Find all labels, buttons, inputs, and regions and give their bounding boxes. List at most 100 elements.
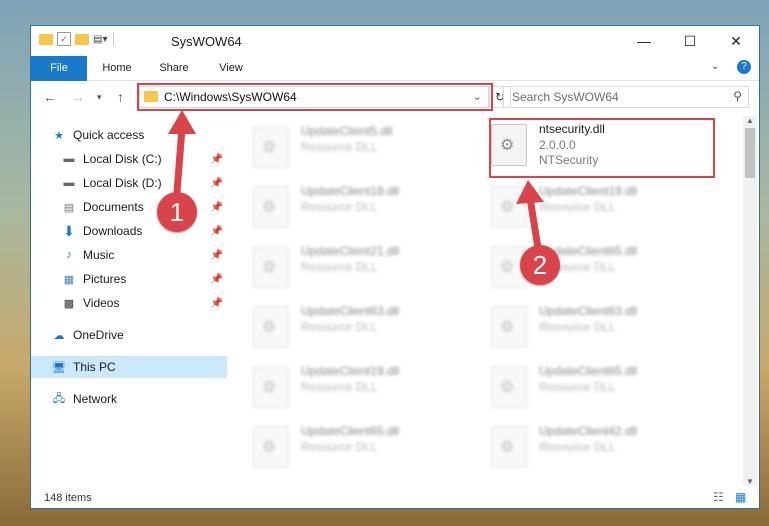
maximize-button[interactable]: ☐: [667, 26, 713, 56]
nav-local-disk-d[interactable]: ▬ Local Disk (D:) 📌: [61, 172, 227, 194]
file-description: Resource DLL: [301, 140, 378, 154]
item-count: 148 items: [44, 492, 92, 504]
nav-documents[interactable]: ▤ Documents 📌: [61, 196, 227, 218]
dll-file-icon: [491, 366, 527, 408]
file-item[interactable]: UpdateClient65.dll Resource DLL: [491, 362, 721, 412]
pictures-icon: ▦: [63, 273, 75, 286]
dll-file-icon: [253, 246, 289, 288]
file-description: Resource DLL: [539, 440, 616, 454]
step-badge-2: 2: [520, 245, 560, 285]
dll-file-icon: [253, 426, 289, 468]
file-description: Resource DLL: [539, 380, 616, 394]
file-item[interactable]: UpdateClient21.dll Resource DLL: [253, 242, 483, 292]
file-item[interactable]: UpdateClient19.dll Resource DLL: [253, 182, 483, 232]
nav-videos[interactable]: ▩ Videos 📌: [61, 292, 227, 314]
nav-local-disk-c[interactable]: ▬ Local Disk (C:) 📌: [61, 148, 227, 170]
navigation-pane: ★ Quick access ▬ Local Disk (C:) 📌 ▬ Loc…: [31, 116, 227, 486]
window-title: SysWOW64: [171, 34, 242, 49]
back-arrow-icon: ←: [43, 89, 57, 105]
nav-item-label: Documents: [83, 200, 144, 214]
nav-item-label: Videos: [83, 296, 120, 310]
search-input[interactable]: Search SysWOW64: [512, 90, 619, 104]
network-icon: 🖧: [52, 392, 66, 405]
navigation-bar: ← → ▾ ↑ C:\Windows\SysWOW64 ⌄ ↻ Search S…: [31, 81, 759, 113]
large-icons-view-icon[interactable]: ▦: [735, 490, 746, 504]
help-icon[interactable]: ?: [737, 60, 751, 74]
recent-locations-button[interactable]: ▾: [97, 92, 102, 103]
ribbon-tabs: File Home Share View ⌄ ?: [31, 56, 759, 106]
address-highlight-box: [137, 83, 493, 111]
file-name: UpdateClient5.dll: [301, 124, 393, 138]
file-item[interactable]: UpdateClient42.dll Resource DLL: [491, 422, 721, 472]
minimize-button[interactable]: —: [621, 26, 667, 56]
file-item[interactable]: UpdateClient5.dll Resource DLL: [253, 122, 483, 172]
tab-share[interactable]: Share: [151, 56, 197, 80]
file-highlight-box: [489, 118, 715, 178]
pin-icon: 📌: [210, 273, 223, 285]
dll-file-icon: [491, 306, 527, 348]
nav-item-label: Local Disk (C:): [83, 152, 162, 166]
file-item[interactable]: UpdateClient65.dll Resource DLL: [253, 422, 483, 472]
chevron-down-icon: ▾: [97, 92, 102, 102]
forward-button[interactable]: →: [71, 89, 85, 105]
nav-pictures[interactable]: ▦ Pictures 📌: [61, 268, 227, 290]
dll-file-icon: [491, 426, 527, 468]
file-name: UpdateClient63.dll: [539, 304, 638, 318]
scroll-up-icon[interactable]: ▲: [746, 116, 754, 125]
nav-item-label: Music: [83, 248, 115, 262]
forward-arrow-icon: →: [71, 89, 85, 105]
file-name: UpdateClient19.dll: [301, 364, 400, 378]
file-item[interactable]: UpdateClient63.dll Resource DLL: [491, 302, 721, 352]
nav-item-label: Downloads: [83, 224, 143, 238]
tab-home[interactable]: Home: [95, 56, 139, 80]
nav-this-pc[interactable]: 🖥 This PC: [31, 356, 227, 378]
back-button[interactable]: ←: [43, 89, 57, 105]
close-button[interactable]: ✕: [713, 26, 759, 56]
nav-item-label: OneDrive: [73, 328, 124, 342]
vertical-scrollbar[interactable]: ▲ ▼: [743, 116, 757, 486]
dll-file-icon: [253, 126, 289, 168]
file-description: Resource DLL: [301, 380, 378, 394]
pin-icon: 📌: [210, 177, 223, 189]
file-description: Resource DLL: [301, 320, 378, 334]
file-item[interactable]: UpdateClient19.dll Resource DLL: [491, 182, 721, 232]
nav-network[interactable]: 🖧 Network: [51, 388, 227, 410]
file-description: Resource DLL: [301, 260, 378, 274]
explorer-window: ✓ ▤▾ SysWOW64 — ☐ ✕ File Home Share View…: [30, 25, 760, 509]
computer-icon: 🖥: [52, 361, 66, 374]
folder-icon: [39, 33, 53, 45]
scrollbar-thumb[interactable]: [745, 128, 755, 178]
document-icon: ▤: [63, 201, 75, 214]
nav-downloads[interactable]: ⬇ Downloads 📌: [61, 220, 227, 242]
pin-icon: 📌: [210, 249, 223, 261]
scroll-down-icon[interactable]: ▼: [746, 477, 754, 486]
details-view-icon[interactable]: ☷: [713, 490, 724, 504]
dll-file-icon: [491, 186, 527, 228]
properties-icon[interactable]: ✓: [57, 32, 71, 46]
file-item[interactable]: UpdateClient63.dll Resource DLL: [253, 302, 483, 352]
tab-view[interactable]: View: [209, 56, 253, 80]
nav-item-label: Pictures: [83, 272, 127, 286]
dll-file-icon: [253, 306, 289, 348]
file-name: UpdateClient21.dll: [301, 244, 400, 258]
customize-toolbar-icon[interactable]: ▤▾: [93, 34, 107, 45]
pin-icon: 📌: [210, 225, 223, 237]
file-name: UpdateClient19.dll: [301, 184, 400, 198]
up-button[interactable]: ↑: [117, 89, 124, 105]
file-name: UpdateClient65.dll: [539, 364, 638, 378]
toolbar-divider: [113, 32, 115, 46]
nav-quick-access[interactable]: ★ Quick access: [51, 124, 227, 146]
expand-ribbon-icon[interactable]: ⌄: [711, 61, 719, 72]
music-icon: ♪: [66, 249, 72, 261]
film-icon: ▩: [63, 297, 75, 310]
nav-item-label: Network: [73, 392, 118, 406]
new-folder-icon[interactable]: [75, 33, 89, 45]
nav-music[interactable]: ♪ Music 📌: [61, 244, 227, 266]
file-item[interactable]: UpdateClient19.dll Resource DLL: [253, 362, 483, 412]
search-box[interactable]: Search SysWOW64 ⚲: [503, 86, 749, 108]
file-description: Resource DLL: [301, 200, 378, 214]
nav-onedrive[interactable]: ☁ OneDrive: [51, 324, 227, 346]
download-icon: ⬇: [63, 222, 75, 239]
file-name: UpdateClient63.dll: [301, 304, 400, 318]
pin-icon: 📌: [210, 297, 223, 309]
